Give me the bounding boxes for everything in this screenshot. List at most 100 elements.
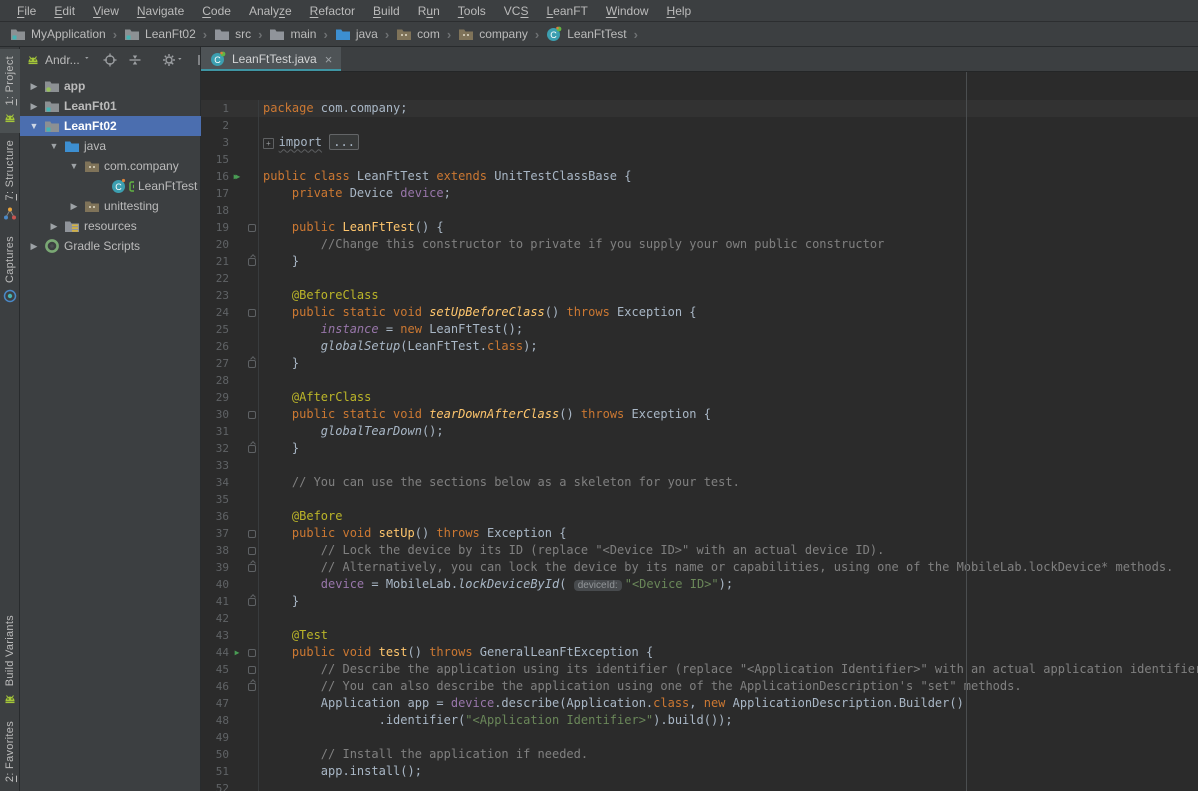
code-line-50[interactable]: 50 // Install the application if needed. (201, 746, 1198, 763)
code-line-51[interactable]: 51 app.install(); (201, 763, 1198, 780)
tree-item-app[interactable]: ▶app (20, 76, 201, 96)
run-test-icon[interactable]: ▶ (229, 644, 245, 661)
menu-navigate[interactable]: Navigate (128, 2, 193, 20)
code-line-32[interactable]: 32 } (201, 440, 1198, 457)
code-line-44[interactable]: 44▶ public void test() throws GeneralLea… (201, 644, 1198, 661)
code-line-34[interactable]: 34 // You can use the sections below as … (201, 474, 1198, 491)
menu-file[interactable]: File (8, 2, 45, 20)
code-line-1[interactable]: 1package com.company; (201, 100, 1198, 117)
code-line-38[interactable]: 38 // Lock the device by its ID (replace… (201, 542, 1198, 559)
fold-end-icon[interactable] (248, 360, 256, 368)
breadcrumb-item-myapplication[interactable]: MyApplication (8, 25, 108, 43)
code-line-48[interactable]: 48 .identifier("<Application Identifier>… (201, 712, 1198, 729)
code-line-29[interactable]: 29 @AfterClass (201, 389, 1198, 406)
menu-run[interactable]: Run (409, 2, 449, 20)
menu-window[interactable]: Window (597, 2, 658, 20)
expand-arrow-icon[interactable]: ▶ (28, 101, 40, 112)
breadcrumb-item-leanft02[interactable]: LeanFt02 (122, 25, 198, 43)
breadcrumb-item-src[interactable]: src (212, 25, 253, 43)
code-line-21[interactable]: 21 } (201, 253, 1198, 270)
expand-arrow-icon[interactable]: ▶ (28, 241, 40, 252)
menu-analyze[interactable]: Analyze (240, 2, 301, 20)
menu-tools[interactable]: Tools (449, 2, 495, 20)
tree-item-java[interactable]: ▼java (20, 136, 201, 156)
toolwindow-button-build-variants[interactable]: Build Variants (0, 608, 20, 714)
fold-start-icon[interactable] (248, 309, 256, 317)
code-line-23[interactable]: 23 @BeforeClass (201, 287, 1198, 304)
code-line-41[interactable]: 41 } (201, 593, 1198, 610)
breadcrumb-item-main[interactable]: main (267, 25, 318, 43)
code-line-25[interactable]: 25 instance = new LeanFtTest(); (201, 321, 1198, 338)
code-line-24[interactable]: 24 public static void setUpBeforeClass()… (201, 304, 1198, 321)
tree-item-unittesting[interactable]: ▶unittesting (20, 196, 201, 216)
expand-arrow-icon[interactable]: ▶ (68, 201, 80, 212)
code-line-36[interactable]: 36 @Before (201, 508, 1198, 525)
locate-button[interactable] (102, 52, 118, 68)
run-class-icon[interactable]: ▶▶ (229, 168, 245, 185)
tree-item-resources[interactable]: ▶resources (20, 216, 201, 236)
code-line-30[interactable]: 30 public static void tearDownAfterClass… (201, 406, 1198, 423)
fold-end-icon[interactable] (248, 598, 256, 606)
fold-start-icon[interactable] (248, 411, 256, 419)
code-line-16[interactable]: 16▶▶public class LeanFtTest extends Unit… (201, 168, 1198, 185)
code-line-45[interactable]: 45 // Describe the application using its… (201, 661, 1198, 678)
toolwindow-button-7-structure[interactable]: 7: Structure (0, 133, 20, 228)
expand-arrow-icon[interactable]: ▼ (68, 161, 80, 171)
code-line-19[interactable]: 19 public LeanFtTest() { (201, 219, 1198, 236)
code-line-15[interactable]: 15 (201, 151, 1198, 168)
menu-leanft[interactable]: LeanFT (537, 2, 596, 20)
code-line-17[interactable]: 17 private Device device; (201, 185, 1198, 202)
tree-item-leanft01[interactable]: ▶LeanFt01 (20, 96, 201, 116)
fold-end-icon[interactable] (248, 445, 256, 453)
settings-button[interactable] (161, 52, 186, 68)
tree-item-gradle-scripts[interactable]: ▶Gradle Scripts (20, 236, 201, 256)
fold-end-icon[interactable] (248, 683, 256, 691)
code-line-39[interactable]: 39 // Alternatively, you can lock the de… (201, 559, 1198, 576)
toolwindow-button-2-favorites[interactable]: 2: Favorites (0, 714, 20, 789)
menu-build[interactable]: Build (364, 2, 409, 20)
expand-arrow-icon[interactable]: ▶ (28, 81, 40, 92)
code-line-47[interactable]: 47 Application app = device.describe(App… (201, 695, 1198, 712)
expand-arrow-icon[interactable]: ▼ (48, 141, 60, 151)
tree-item-leanfttest[interactable]: CLeanFtTest (20, 176, 201, 196)
code-line-43[interactable]: 43 @Test (201, 627, 1198, 644)
project-view-selector[interactable]: Andr... (25, 52, 93, 68)
fold-start-icon[interactable] (248, 224, 256, 232)
code-line-52[interactable]: 52 (201, 780, 1198, 791)
menu-edit[interactable]: Edit (45, 2, 84, 20)
code-line-46[interactable]: 46 // You can also describe the applicat… (201, 678, 1198, 695)
toolwindow-button-captures[interactable]: Captures (0, 229, 20, 311)
tree-item-leanft02[interactable]: ▼LeanFt02 (20, 116, 201, 136)
fold-end-icon[interactable] (248, 564, 256, 572)
code-line-33[interactable]: 33 (201, 457, 1198, 474)
code-line-49[interactable]: 49 (201, 729, 1198, 746)
fold-end-icon[interactable] (248, 258, 256, 266)
close-tab-icon[interactable]: × (323, 53, 333, 66)
code-line-28[interactable]: 28 (201, 372, 1198, 389)
code-line-31[interactable]: 31 globalTearDown(); (201, 423, 1198, 440)
code-line-22[interactable]: 22 (201, 270, 1198, 287)
code-line-27[interactable]: 27 } (201, 355, 1198, 372)
breadcrumb-item-java[interactable]: java (333, 25, 380, 43)
menu-vcs[interactable]: VCS (495, 2, 538, 20)
tree-item-com-company[interactable]: ▼com.company (20, 156, 201, 176)
code-line-2[interactable]: 2 (201, 117, 1198, 134)
editor-tab-leanfttest.java[interactable]: CLeanFtTest.java× (201, 47, 341, 71)
menu-code[interactable]: Code (193, 2, 240, 20)
code-line-37[interactable]: 37 public void setUp() throws Exception … (201, 525, 1198, 542)
breadcrumb-item-com[interactable]: com (394, 25, 442, 43)
menu-view[interactable]: View (84, 2, 128, 20)
menu-refactor[interactable]: Refactor (301, 2, 364, 20)
expand-arrow-icon[interactable]: ▼ (28, 121, 40, 131)
fold-start-icon[interactable] (248, 547, 256, 555)
code-editor[interactable]: 1package com.company;23+import ...1516▶▶… (201, 72, 1198, 791)
code-line-18[interactable]: 18 (201, 202, 1198, 219)
fold-start-icon[interactable] (248, 530, 256, 538)
code-line-40[interactable]: 40 device = MobileLab.lockDeviceById( de… (201, 576, 1198, 593)
toolwindow-button-1-project[interactable]: 1: Project (0, 49, 20, 133)
code-line-42[interactable]: 42 (201, 610, 1198, 627)
breadcrumb-item-leanfttest[interactable]: CLeanFtTest (544, 25, 628, 43)
fold-start-icon[interactable] (248, 649, 256, 657)
code-line-20[interactable]: 20 //Change this constructor to private … (201, 236, 1198, 253)
code-line-3[interactable]: 3+import ... (201, 134, 1198, 151)
